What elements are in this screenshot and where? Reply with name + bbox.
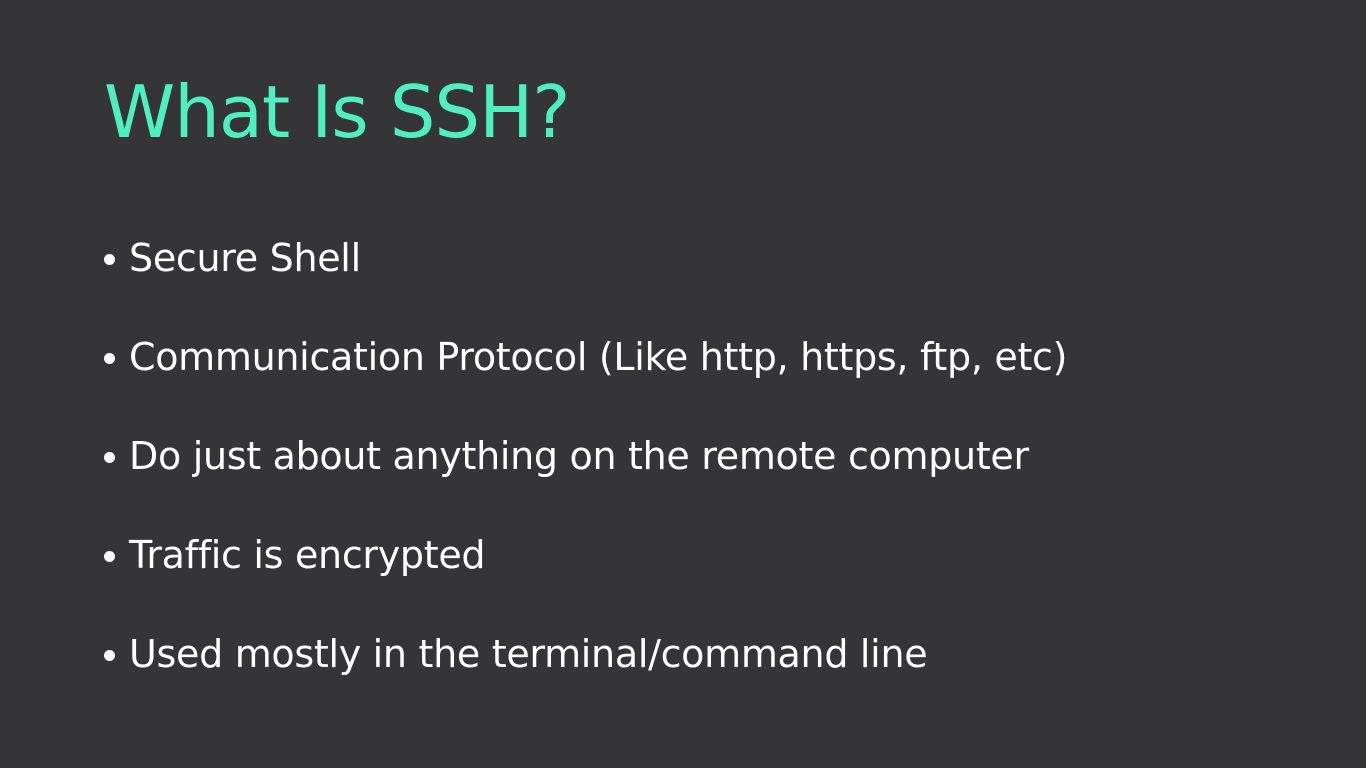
bullet-text: Do just about anything on the remote com… (129, 434, 1029, 478)
bullet-item: Traffic is encrypted (104, 526, 1067, 584)
slide-title: What Is SSH? (104, 70, 570, 154)
bullet-text: Traffic is encrypted (129, 533, 486, 577)
bullet-dot-icon (104, 352, 115, 364)
bullet-dot-icon (104, 451, 115, 463)
bullet-dot-icon (104, 550, 115, 562)
bullet-text: Used mostly in the terminal/command line (129, 632, 928, 676)
bullet-dot-icon (104, 649, 115, 661)
bullet-item: Do just about anything on the remote com… (104, 427, 1067, 485)
bullet-text: Communication Protocol (Like http, https… (129, 335, 1068, 379)
bullet-dot-icon (104, 253, 115, 265)
bullet-text: Secure Shell (129, 236, 361, 280)
bullet-item: Communication Protocol (Like http, https… (104, 328, 1067, 386)
bullet-item: Secure Shell (104, 229, 1067, 287)
bullet-item: Used mostly in the terminal/command line (104, 625, 1067, 683)
slide: What Is SSH? Secure Shell Communication … (0, 0, 1366, 768)
bullet-list: Secure Shell Communication Protocol (Lik… (104, 229, 1067, 724)
